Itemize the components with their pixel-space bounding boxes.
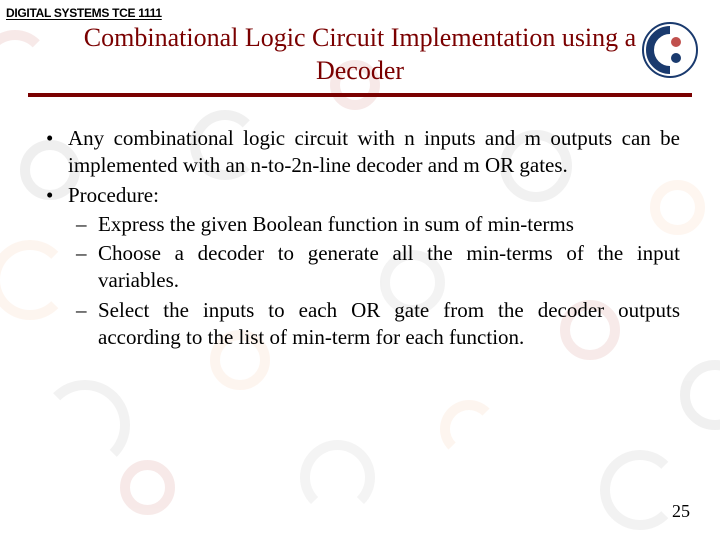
bullet-item: Procedure: [40,182,680,209]
institution-logo [642,22,698,78]
sub-bullet-item: Choose a decoder to generate all the min… [68,240,680,295]
slide-content: Any combinational logic circuit with n i… [0,97,720,351]
page-number: 25 [672,501,690,522]
slide-title: Combinational Logic Circuit Implementati… [80,22,640,87]
sub-bullet-item: Select the inputs to each OR gate from t… [68,297,680,352]
slide-header: Combinational Logic Circuit Implementati… [0,0,720,87]
bullet-item: Any combinational logic circuit with n i… [40,125,680,180]
sub-bullet-item: Express the given Boolean function in su… [68,211,680,238]
